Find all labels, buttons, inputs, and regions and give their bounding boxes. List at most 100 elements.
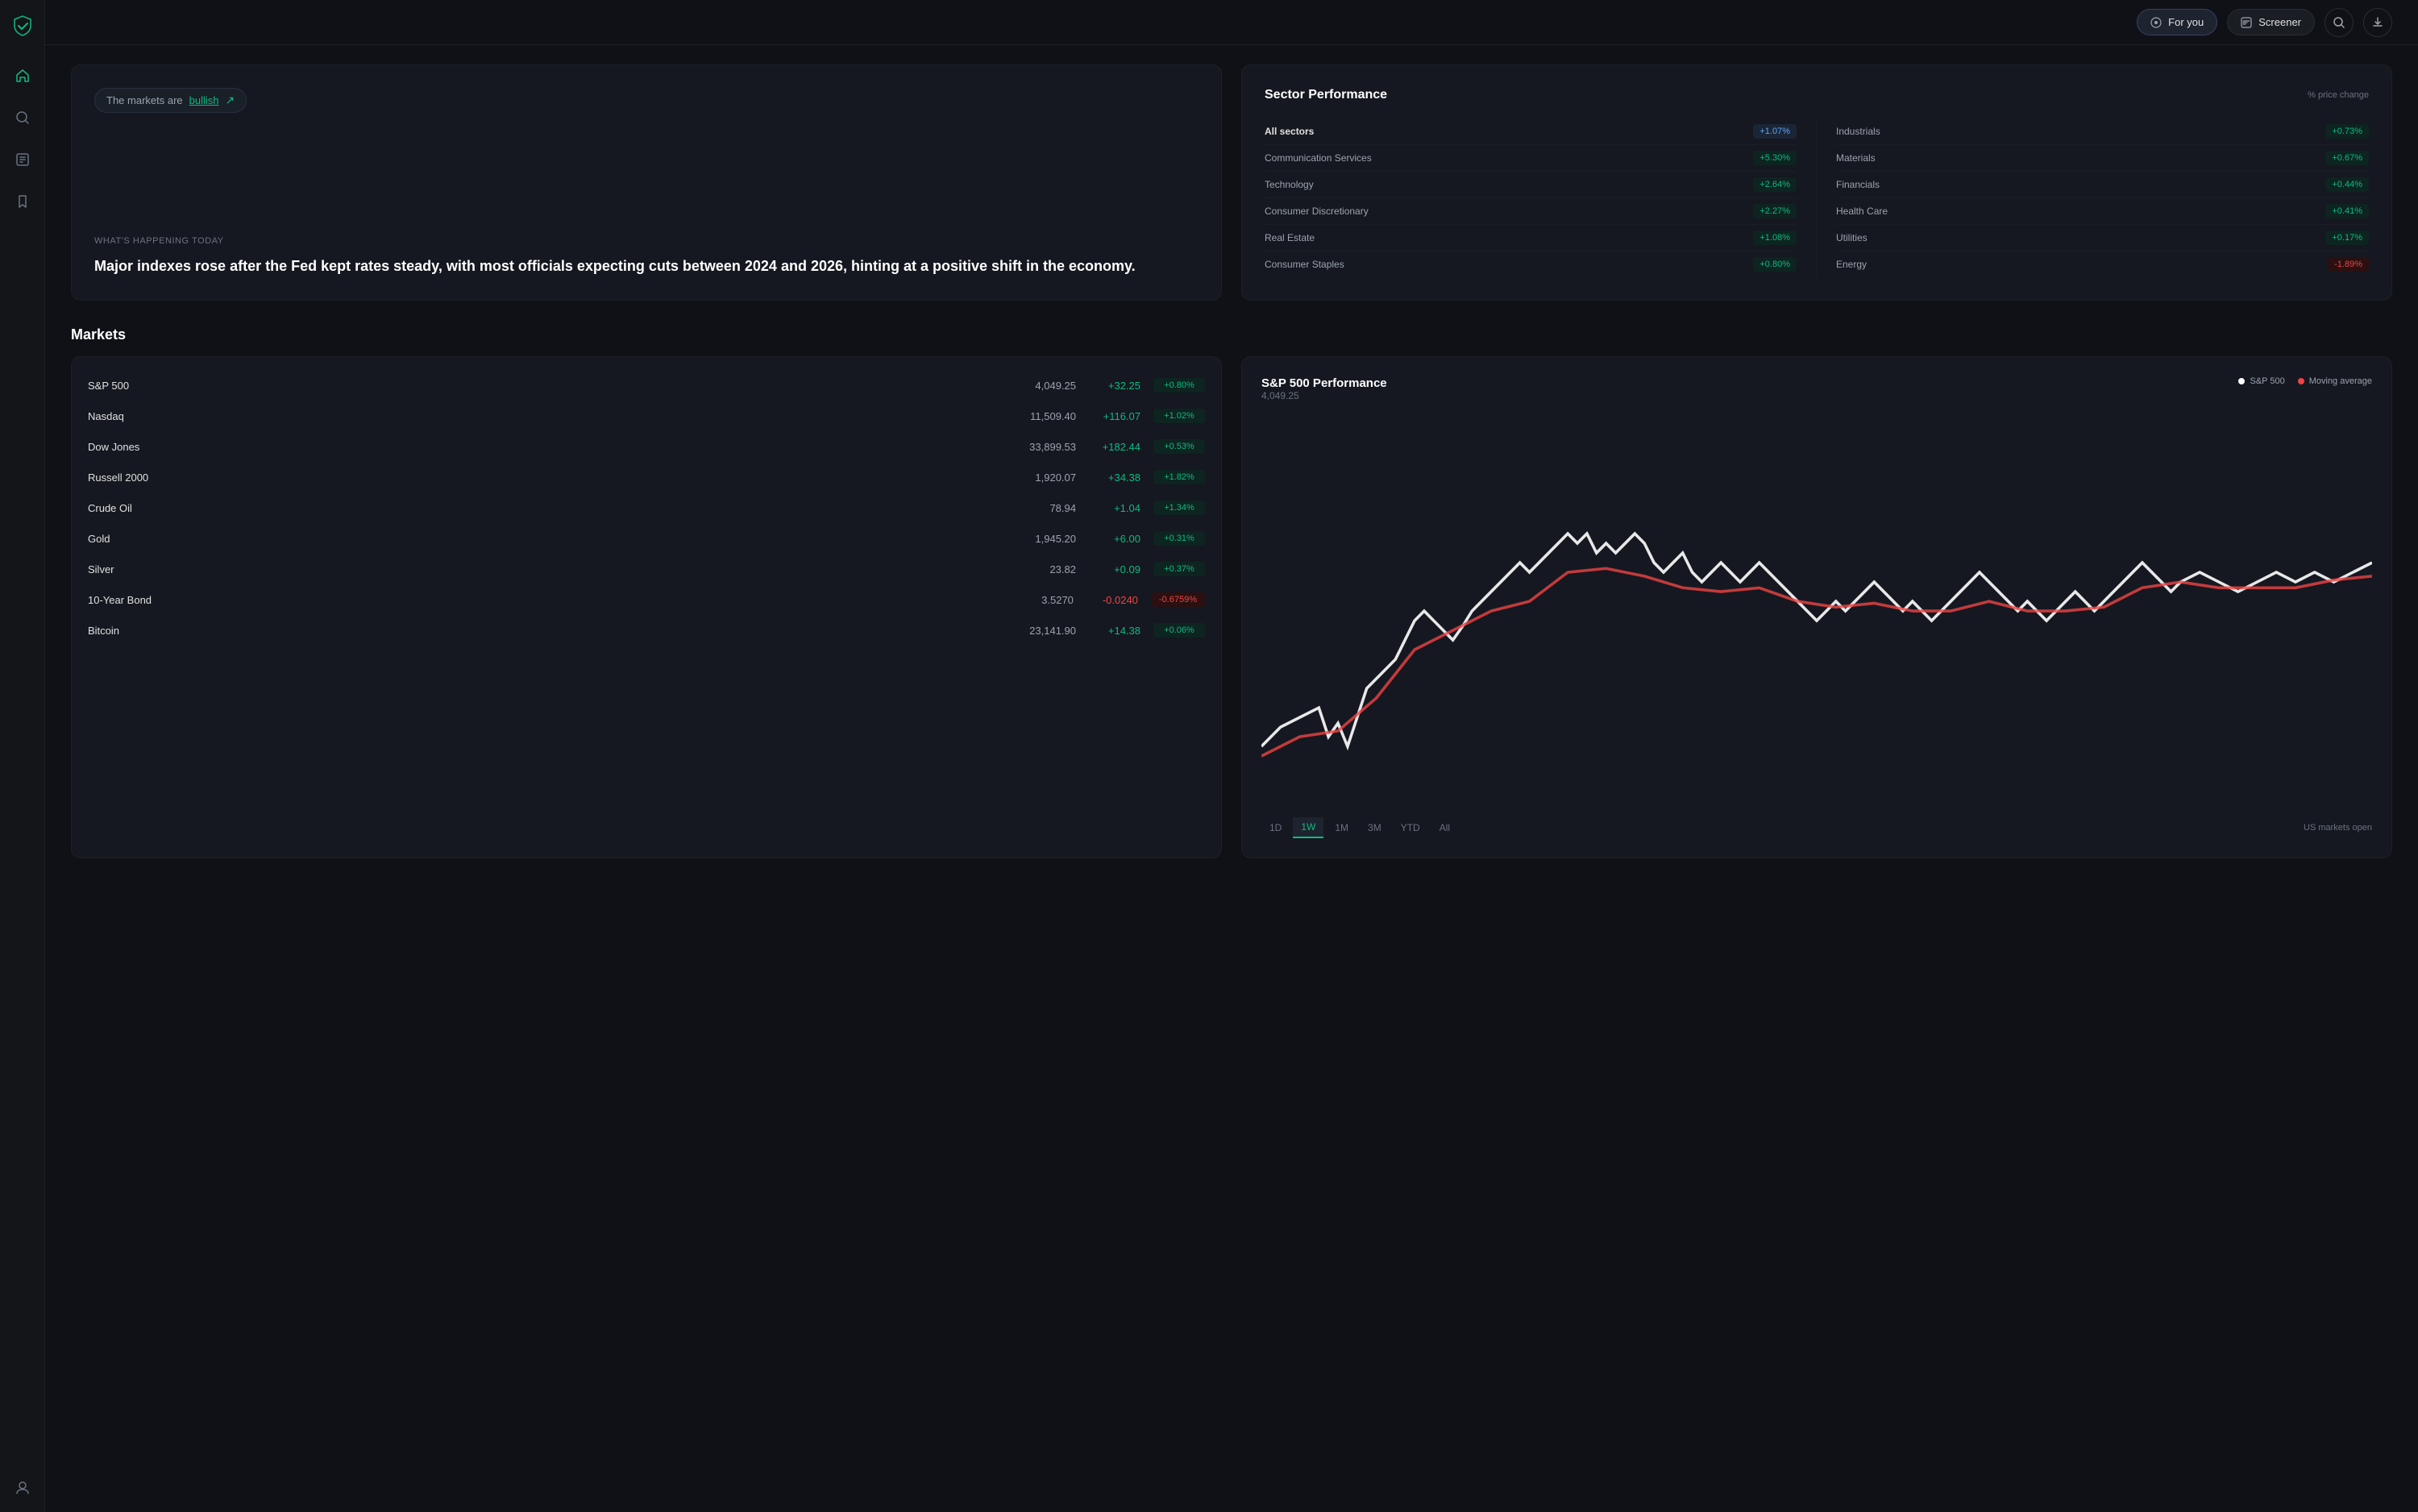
chart-footer: 1D1W1M3MYTDAll US markets open — [1261, 817, 2372, 838]
top-row: The markets are bullish ↗ What's happeni… — [71, 64, 2392, 301]
sidebar-home-icon[interactable] — [11, 64, 34, 87]
market-change: -0.0240 — [1086, 594, 1138, 606]
sector-badge: -1.89% — [2328, 257, 2369, 272]
sector-name: Energy — [1836, 259, 1867, 270]
sector-name: Materials — [1836, 152, 1876, 164]
market-change: +116.07 — [1089, 410, 1140, 422]
market-name: Russell 2000 — [88, 471, 999, 484]
time-tab[interactable]: 1M — [1327, 817, 1356, 838]
card-bottom: What's happening today Major indexes ros… — [94, 236, 1199, 277]
sector-row[interactable]: Real Estate +1.08% — [1265, 225, 1797, 251]
sector-row[interactable]: Energy -1.89% — [1836, 251, 2369, 277]
market-name: S&P 500 — [88, 380, 999, 392]
page-content: The markets are bullish ↗ What's happeni… — [45, 45, 2418, 1512]
sector-badge: +0.44% — [2325, 177, 2369, 192]
market-name: Silver — [88, 563, 999, 575]
sector-name: Consumer Staples — [1265, 259, 1344, 270]
legend-item: Moving average — [2298, 376, 2372, 386]
bullish-word: bullish — [189, 94, 219, 106]
market-price: 23.82 — [1012, 563, 1076, 575]
market-change: +14.38 — [1089, 625, 1140, 637]
sidebar-search-icon[interactable] — [11, 106, 34, 129]
chart-card: S&P 500 Performance 4,049.25 S&P 500Movi… — [1241, 356, 2392, 858]
legend-label: Moving average — [2309, 376, 2372, 386]
sector-row[interactable]: Consumer Staples+0.80% — [1265, 251, 1797, 277]
chart-area — [1261, 417, 2372, 804]
sector-badge: +0.67% — [2325, 151, 2369, 165]
market-name: Crude Oil — [88, 502, 999, 514]
sector-row[interactable]: Consumer Discretionary +2.27% — [1265, 198, 1797, 225]
market-row[interactable]: Russell 20001,920.07+34.38+1.82% — [72, 462, 1221, 492]
sector-row[interactable]: Industrials+0.73% — [1836, 118, 2369, 145]
market-row[interactable]: 10-Year Bond3.5270-0.0240-0.6759% — [72, 584, 1221, 615]
time-tab[interactable]: 3M — [1360, 817, 1390, 838]
market-name: 10-Year Bond — [88, 594, 996, 606]
sidebar — [0, 0, 45, 1512]
time-tab[interactable]: 1D — [1261, 817, 1290, 838]
sector-row[interactable]: Financials +0.44% — [1836, 172, 2369, 198]
sector-row[interactable]: Technology +2.64% — [1265, 172, 1797, 198]
market-row[interactable]: S&P 5004,049.25+32.25+0.80% — [72, 370, 1221, 401]
sector-badge: +1.07% — [1753, 124, 1797, 139]
for-you-button[interactable]: For you — [2137, 9, 2217, 35]
sector-name: Utilities — [1836, 232, 1868, 243]
sector-name: Health Care — [1836, 206, 1888, 217]
market-name: Gold — [88, 533, 999, 545]
markets-title: Markets — [71, 326, 2392, 343]
sectors-grid: All sectors+1.07% Communication Services +… — [1265, 118, 2369, 277]
sector-name: Real Estate — [1265, 232, 1315, 243]
export-button[interactable] — [2363, 8, 2392, 37]
market-pct-badge: -0.6759% — [1151, 592, 1205, 607]
market-pct-badge: +1.34% — [1153, 501, 1205, 515]
sector-badge: +2.27% — [1753, 204, 1797, 218]
sector-badge: +5.30% — [1753, 151, 1797, 165]
sidebar-user-icon[interactable] — [11, 1477, 34, 1499]
market-price: 23,141.90 — [1012, 625, 1076, 637]
market-name: Bitcoin — [88, 625, 999, 637]
market-row[interactable]: Dow Jones33,899.53+182.44+0.53% — [72, 431, 1221, 462]
market-change: +182.44 — [1089, 441, 1140, 453]
sector-name: Communication Services — [1265, 152, 1372, 164]
market-row[interactable]: Nasdaq 11,509.40 +116.07 +1.02% — [72, 401, 1221, 431]
logo — [10, 13, 35, 39]
market-row[interactable]: Bitcoin23,141.90+14.38+0.06% — [72, 615, 1221, 646]
sector-row[interactable]: Materials +0.67% — [1836, 145, 2369, 172]
market-row[interactable]: Gold1,945.20+6.00+0.31% — [72, 523, 1221, 554]
chart-title: S&P 500 Performance — [1261, 376, 1387, 390]
market-price: 4,049.25 — [1012, 380, 1076, 392]
sector-subtitle: % price change — [2308, 90, 2369, 100]
sidebar-bookmark-icon[interactable] — [11, 190, 34, 213]
sector-name: Financials — [1836, 179, 1880, 190]
market-pct-badge: +0.80% — [1153, 378, 1205, 393]
sector-name: Technology — [1265, 179, 1314, 190]
sector-row[interactable]: All sectors+1.07% — [1265, 118, 1797, 145]
search-button[interactable] — [2325, 8, 2354, 37]
market-price: 11,509.40 — [1012, 410, 1076, 422]
market-price: 78.94 — [1012, 502, 1076, 514]
market-pct-badge: +1.02% — [1153, 409, 1205, 423]
market-status: US markets open — [2304, 823, 2372, 833]
sidebar-book-icon[interactable] — [11, 148, 34, 171]
sector-header: Sector Performance % price change — [1265, 88, 2369, 102]
sector-badge: +1.08% — [1753, 231, 1797, 245]
market-row[interactable]: Silver23.82+0.09+0.37% — [72, 554, 1221, 584]
screener-button[interactable]: Screener — [2227, 9, 2315, 35]
market-pct-badge: +0.31% — [1153, 531, 1205, 546]
sector-row[interactable]: Health Care +0.41% — [1836, 198, 2369, 225]
sector-badge: +2.64% — [1753, 177, 1797, 192]
sector-badge: +0.41% — [2325, 204, 2369, 218]
markets-section: Markets S&P 5004,049.25+32.25+0.80%Nasda… — [71, 326, 2392, 858]
time-tab[interactable]: YTD — [1393, 817, 1428, 838]
bullish-badge[interactable]: The markets are bullish ↗ — [94, 88, 247, 113]
sector-row[interactable]: Utilities +0.17% — [1836, 225, 2369, 251]
sector-performance-card: Sector Performance % price change All se… — [1241, 64, 2392, 301]
time-tab[interactable]: All — [1431, 817, 1458, 838]
market-name: Nasdaq — [88, 410, 999, 422]
sector-row[interactable]: Communication Services +5.30% — [1265, 145, 1797, 172]
sector-badge: +0.17% — [2325, 231, 2369, 245]
sector-name: Consumer Discretionary — [1265, 206, 1369, 217]
market-change: +0.09 — [1089, 563, 1140, 575]
time-tab[interactable]: 1W — [1293, 817, 1323, 838]
market-change: +34.38 — [1089, 471, 1140, 484]
market-row[interactable]: Crude Oil78.94+1.04+1.34% — [72, 492, 1221, 523]
